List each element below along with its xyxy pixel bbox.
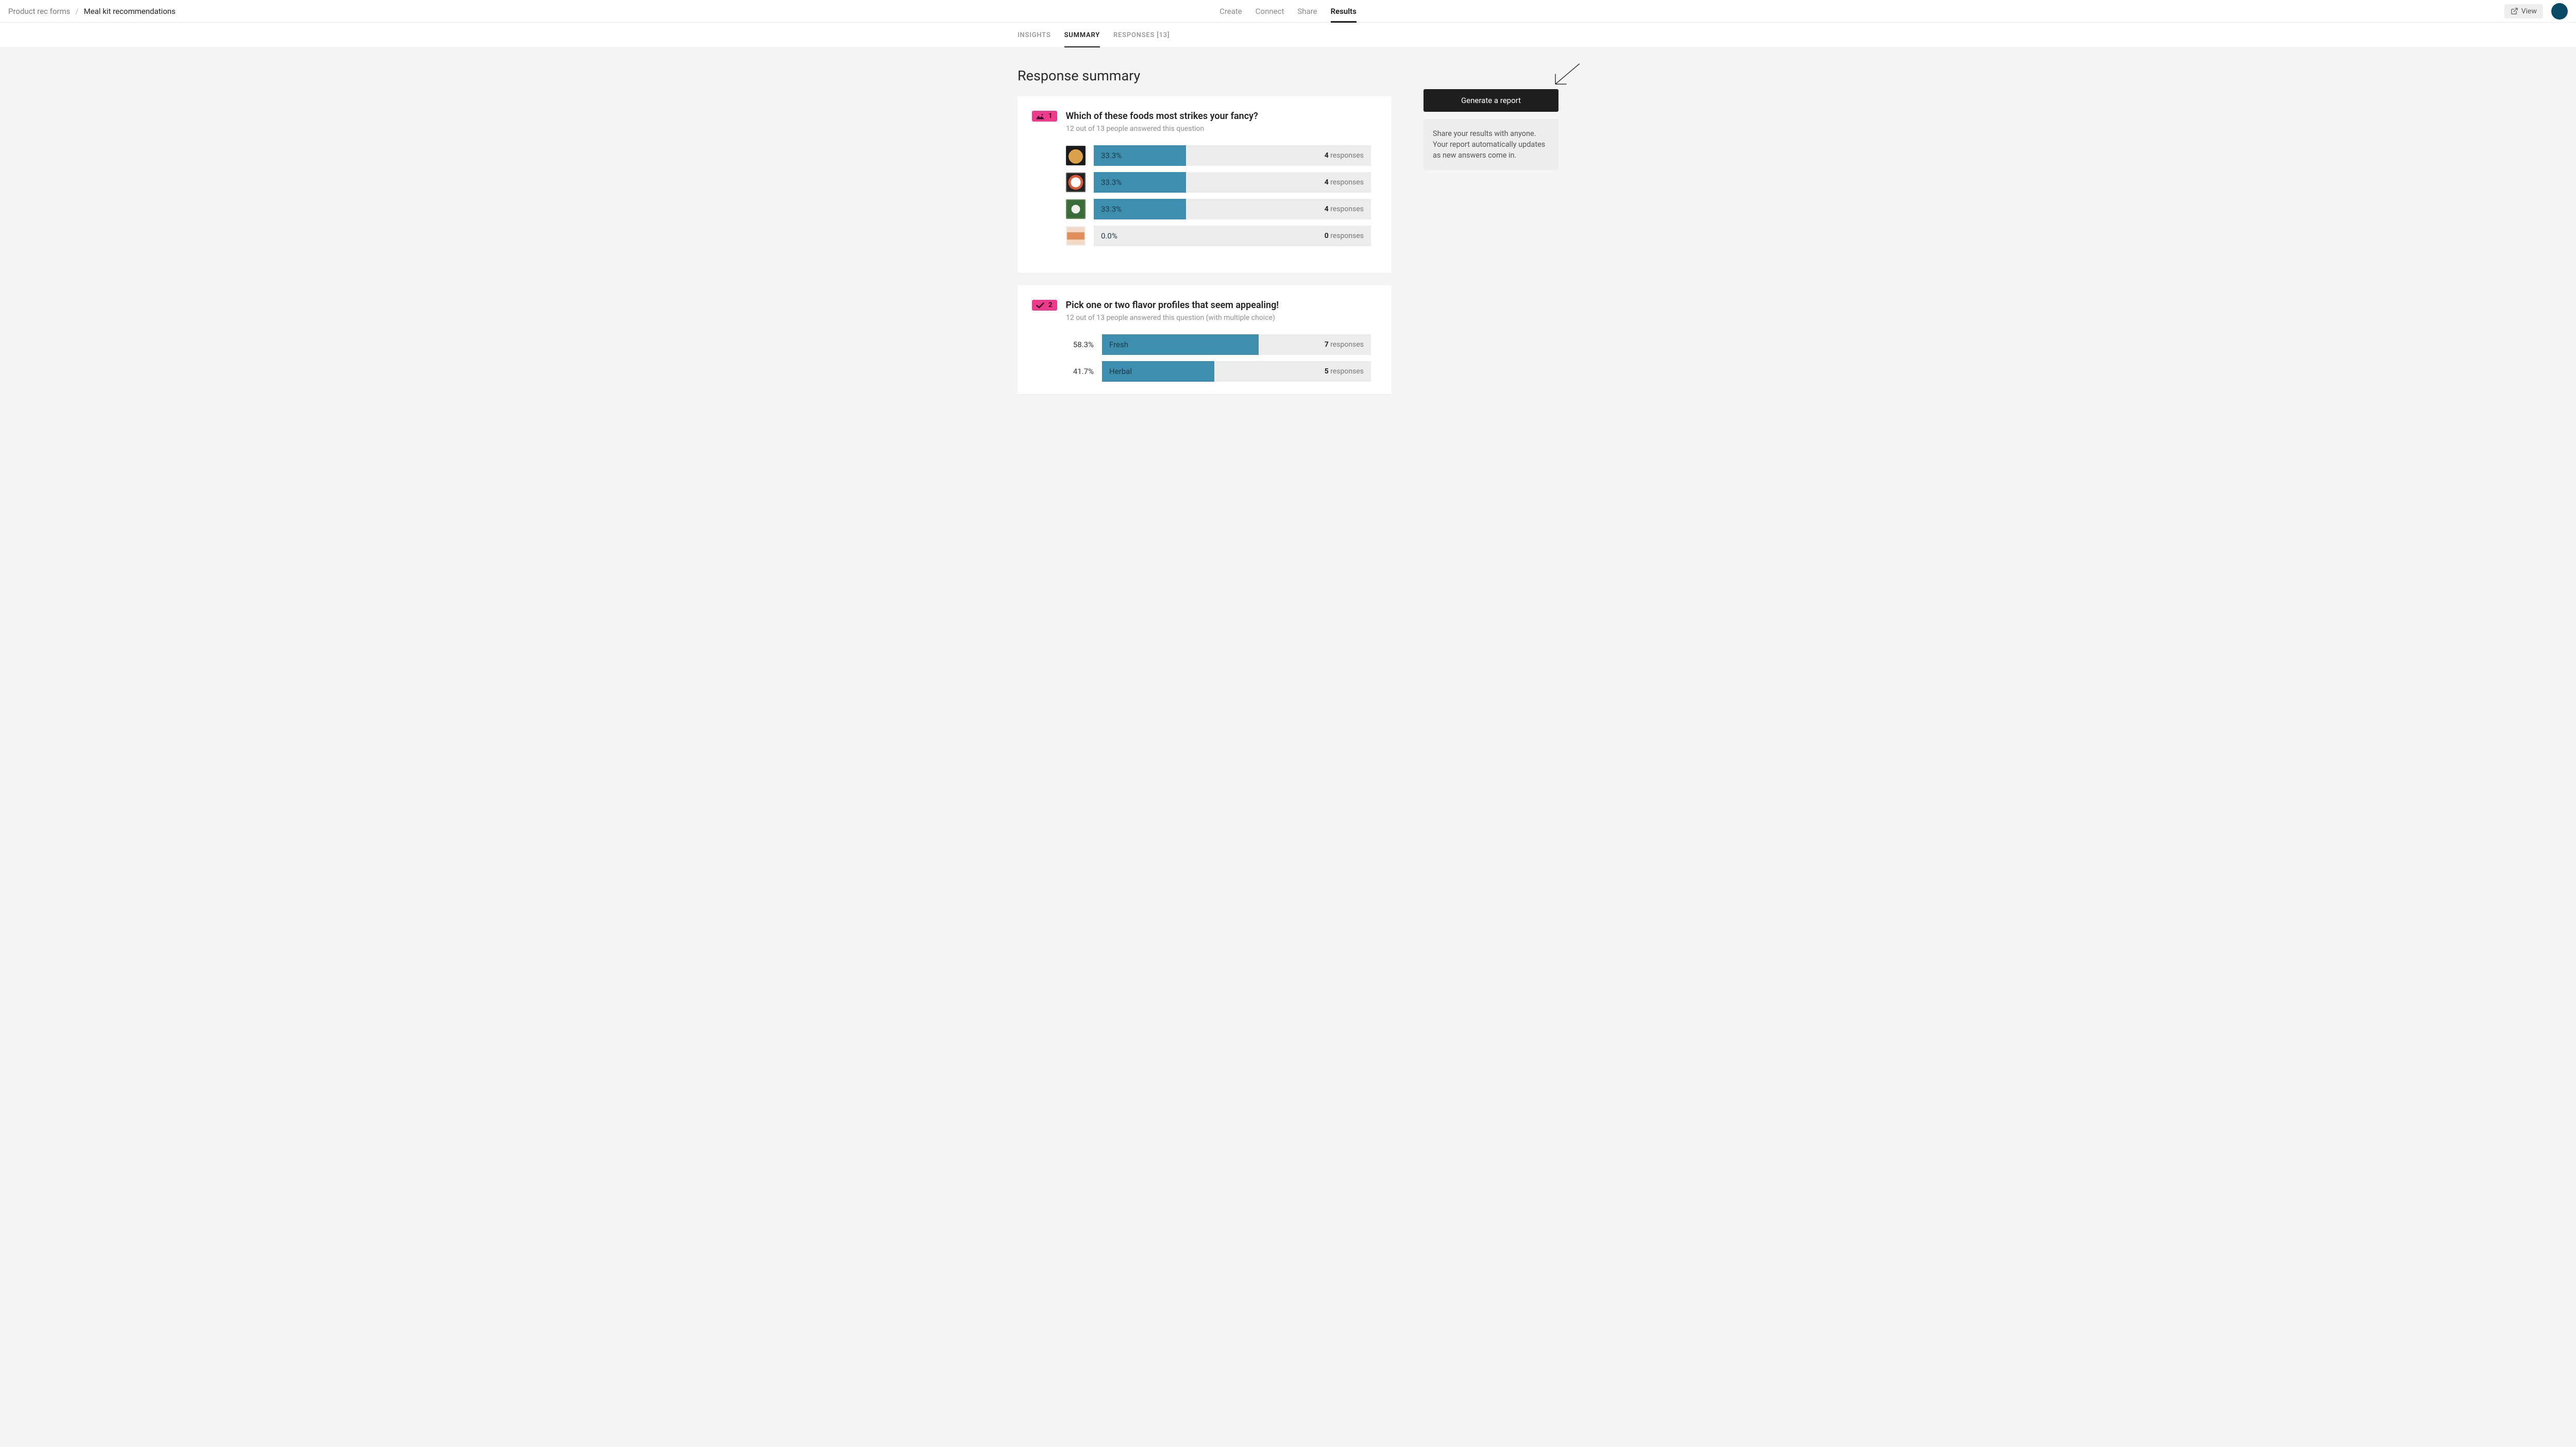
subtab-insights[interactable]: Insights	[1018, 23, 1051, 47]
answer-row: 58.3% Fresh 7 responses	[1066, 334, 1371, 355]
breadcrumb-folder[interactable]: Product rec forms	[8, 7, 70, 16]
breadcrumb-title[interactable]: Meal kit recommendations	[84, 7, 176, 16]
top-nav: Create Connect Share Results	[1219, 0, 1357, 22]
main-column: Response summary 1 Which of these foods …	[1018, 67, 1392, 406]
external-link-icon	[2511, 7, 2518, 15]
answer-thumbnail[interactable]	[1066, 199, 1086, 219]
topbar: Product rec forms / Meal kit recommendat…	[0, 0, 2576, 23]
page-body: Response summary 1 Which of these foods …	[0, 48, 2576, 1447]
view-button[interactable]: View	[2504, 4, 2543, 19]
subnav-bar: Insights Summary Responses [13]	[0, 23, 2576, 48]
question-badge-2: 2	[1032, 300, 1057, 311]
picture-choice-icon	[1036, 113, 1044, 120]
question-meta-1: 12 out of 13 people answered this questi…	[1066, 125, 1371, 133]
answer-count: 5 responses	[1325, 367, 1364, 376]
answer-percent: 0.0%	[1101, 231, 1117, 241]
multiple-choice-icon	[1036, 302, 1044, 309]
topbar-right: View	[2504, 3, 2568, 20]
answer-label: Herbal	[1109, 367, 1132, 376]
answer-bar: 33.3% 4 responses	[1094, 172, 1371, 193]
tab-share[interactable]: Share	[1297, 0, 1317, 22]
question-title-2: Pick one or two flavor profiles that see…	[1065, 300, 1279, 311]
tab-connect[interactable]: Connect	[1256, 0, 1284, 22]
question-card-2: 2 Pick one or two flavor profiles that s…	[1018, 285, 1392, 394]
subtab-responses[interactable]: Responses [13]	[1113, 23, 1170, 47]
question-title-1: Which of these foods most strikes your f…	[1065, 111, 1258, 122]
answer-bar: 33.3% 4 responses	[1094, 145, 1371, 166]
answer-bar: Herbal 5 responses	[1102, 361, 1371, 382]
avatar[interactable]	[2551, 3, 2568, 20]
answer-count: 4 responses	[1325, 205, 1364, 213]
tab-create[interactable]: Create	[1219, 0, 1242, 22]
answer-thumbnail[interactable]	[1066, 226, 1086, 246]
question-badge-1: 1	[1032, 111, 1057, 122]
subtab-summary[interactable]: Summary	[1064, 23, 1100, 47]
answer-row: 33.3% 4 responses	[1066, 199, 1371, 219]
answer-row: 0.0% 0 responses	[1066, 226, 1371, 246]
page-title: Response summary	[1018, 67, 1392, 84]
view-button-label: View	[2521, 7, 2537, 15]
answer-bar: 0.0% 0 responses	[1094, 226, 1371, 246]
answer-percent: 33.3%	[1101, 151, 1122, 160]
question-number-1: 1	[1048, 112, 1052, 120]
answer-row: 33.3% 4 responses	[1066, 145, 1371, 166]
answer-percent: 33.3%	[1101, 178, 1122, 187]
breadcrumb-separator: /	[75, 7, 78, 16]
answer-count: 4 responses	[1325, 178, 1364, 186]
answer-count: 0 responses	[1325, 232, 1364, 240]
answer-percent: 41.7%	[1066, 367, 1094, 376]
generate-report-button[interactable]: Generate a report	[1423, 89, 1558, 112]
question-meta-2: 12 out of 13 people answered this questi…	[1066, 314, 1371, 322]
answer-label: Fresh	[1109, 340, 1128, 349]
side-column: Generate a report Share your results wit…	[1423, 67, 1558, 170]
answer-percent: 58.3%	[1066, 340, 1094, 349]
arrow-icon	[1546, 59, 1583, 93]
side-info-text: Share your results with anyone. Your rep…	[1423, 119, 1558, 170]
answer-count: 7 responses	[1325, 341, 1364, 349]
arrow-annotation	[1546, 59, 1583, 95]
answer-thumbnail[interactable]	[1066, 146, 1086, 165]
answer-count: 4 responses	[1325, 151, 1364, 160]
question-card-1: 1 Which of these foods most strikes your…	[1018, 96, 1392, 273]
tab-results[interactable]: Results	[1331, 0, 1357, 22]
breadcrumb: Product rec forms / Meal kit recommendat…	[8, 7, 176, 16]
question-number-2: 2	[1048, 301, 1052, 309]
answer-row: 41.7% Herbal 5 responses	[1066, 361, 1371, 382]
answer-row: 33.3% 4 responses	[1066, 172, 1371, 193]
answer-percent: 33.3%	[1101, 205, 1122, 214]
answer-bar: Fresh 7 responses	[1102, 334, 1371, 355]
answer-bar: 33.3% 4 responses	[1094, 199, 1371, 219]
answer-thumbnail[interactable]	[1066, 173, 1086, 192]
